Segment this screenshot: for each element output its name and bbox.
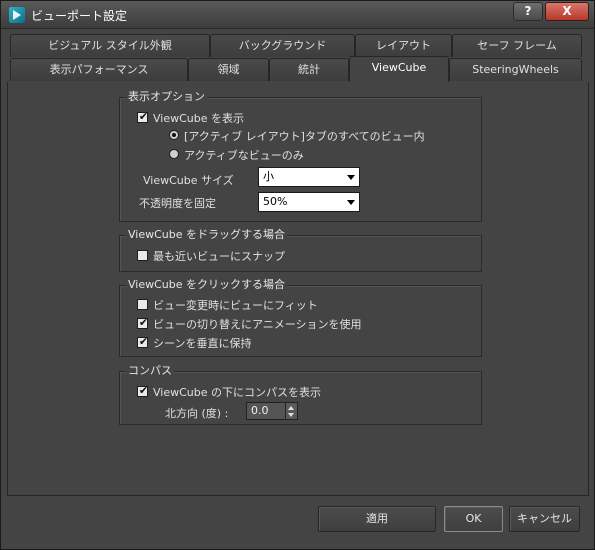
compass-title: コンパス bbox=[126, 364, 174, 378]
click-group: ViewCube をクリックする場合 ビュー変更時にビューにフィット ✔ ビュー… bbox=[119, 278, 482, 357]
tab-viewcube[interactable]: ViewCube bbox=[349, 56, 449, 82]
title-bar[interactable]: ビューポート設定 ? X bbox=[1, 1, 594, 29]
tab-safe-frame[interactable]: セーフ フレーム bbox=[452, 34, 582, 57]
ok-button[interactable]: OK bbox=[444, 506, 503, 532]
opacity-select[interactable]: 50% bbox=[258, 192, 360, 212]
check-mark-icon: ✔ bbox=[138, 335, 149, 348]
window-title: ビューポート設定 bbox=[31, 9, 128, 23]
radio-selected-dot bbox=[172, 133, 176, 137]
check-mark-icon: ✔ bbox=[138, 384, 149, 397]
chevron-down-icon bbox=[347, 200, 355, 205]
north-angle-spinner[interactable] bbox=[285, 402, 298, 420]
spinner-down-icon[interactable] bbox=[288, 413, 294, 417]
animate-checkbox[interactable]: ✔ bbox=[137, 316, 149, 329]
radio-all-views-label: [アクティブ レイアウト]タブのすべてのビュー内 bbox=[184, 130, 425, 143]
apply-button[interactable]: 適用 bbox=[318, 506, 436, 532]
display-options-group: 表示オプション ✔ ViewCube を表示 [アクティブ レイアウト]タブのす… bbox=[119, 90, 482, 222]
compass-group: コンパス ✔ ViewCube の下にコンパスを表示 北方向 (度) : 0.0 bbox=[119, 364, 482, 425]
click-title: ViewCube をクリックする場合 bbox=[126, 278, 288, 292]
chevron-down-icon bbox=[347, 175, 355, 180]
fit-view-checkbox[interactable] bbox=[137, 299, 148, 310]
tab-statistics[interactable]: 統計 bbox=[269, 58, 349, 81]
viewcube-size-label: ViewCube サイズ bbox=[143, 174, 234, 187]
fit-view-label: ビュー変更時にビューにフィット bbox=[153, 299, 318, 312]
viewcube-size-value: 小 bbox=[263, 170, 274, 183]
radio-all-views[interactable] bbox=[169, 130, 179, 140]
radio-active-view[interactable] bbox=[169, 149, 179, 159]
opacity-label: 不透明度を固定 bbox=[139, 197, 216, 210]
keep-upright-checkbox[interactable]: ✔ bbox=[137, 335, 149, 348]
tab-steeringwheels[interactable]: SteeringWheels bbox=[449, 58, 582, 81]
radio-active-view-label: アクティブなビューのみ bbox=[184, 149, 304, 162]
show-viewcube-checkbox[interactable]: ✔ bbox=[137, 110, 149, 123]
help-button[interactable]: ? bbox=[513, 2, 543, 21]
show-compass-label: ViewCube の下にコンパスを表示 bbox=[153, 386, 322, 399]
drag-group: ViewCube をドラッグする場合 最も近いビューにスナップ bbox=[119, 228, 482, 272]
tab-display-performance[interactable]: 表示パフォーマンス bbox=[10, 58, 188, 81]
viewport-settings-dialog: ビューポート設定 ? X ビジュアル スタイル外観 バックグラウンド レイアウト… bbox=[0, 0, 595, 550]
app-logo-icon bbox=[9, 7, 25, 23]
tab-regions[interactable]: 領域 bbox=[188, 58, 269, 81]
north-angle-label: 北方向 (度) : bbox=[165, 407, 229, 420]
north-angle-input[interactable]: 0.0 bbox=[246, 402, 286, 420]
tab-background[interactable]: バックグラウンド bbox=[210, 34, 355, 57]
check-mark-icon: ✔ bbox=[138, 316, 149, 329]
cancel-button[interactable]: キャンセル bbox=[509, 506, 580, 532]
show-compass-checkbox[interactable]: ✔ bbox=[137, 384, 149, 397]
animate-label: ビューの切り替えにアニメーションを使用 bbox=[153, 318, 362, 331]
spinner-up-icon[interactable] bbox=[288, 406, 294, 410]
opacity-value: 50% bbox=[263, 195, 288, 208]
show-viewcube-label: ViewCube を表示 bbox=[153, 112, 245, 125]
snap-checkbox[interactable] bbox=[137, 250, 148, 261]
display-options-title: 表示オプション bbox=[126, 90, 207, 104]
tab-layout[interactable]: レイアウト bbox=[355, 34, 452, 57]
close-button[interactable]: X bbox=[545, 2, 589, 21]
viewcube-size-select[interactable]: 小 bbox=[258, 167, 360, 187]
drag-title: ViewCube をドラッグする場合 bbox=[126, 228, 288, 242]
tab-visual-style[interactable]: ビジュアル スタイル外観 bbox=[10, 34, 210, 57]
keep-upright-label: シーンを垂直に保持 bbox=[153, 337, 252, 350]
snap-label: 最も近いビューにスナップ bbox=[153, 250, 285, 263]
check-mark-icon: ✔ bbox=[138, 110, 149, 123]
